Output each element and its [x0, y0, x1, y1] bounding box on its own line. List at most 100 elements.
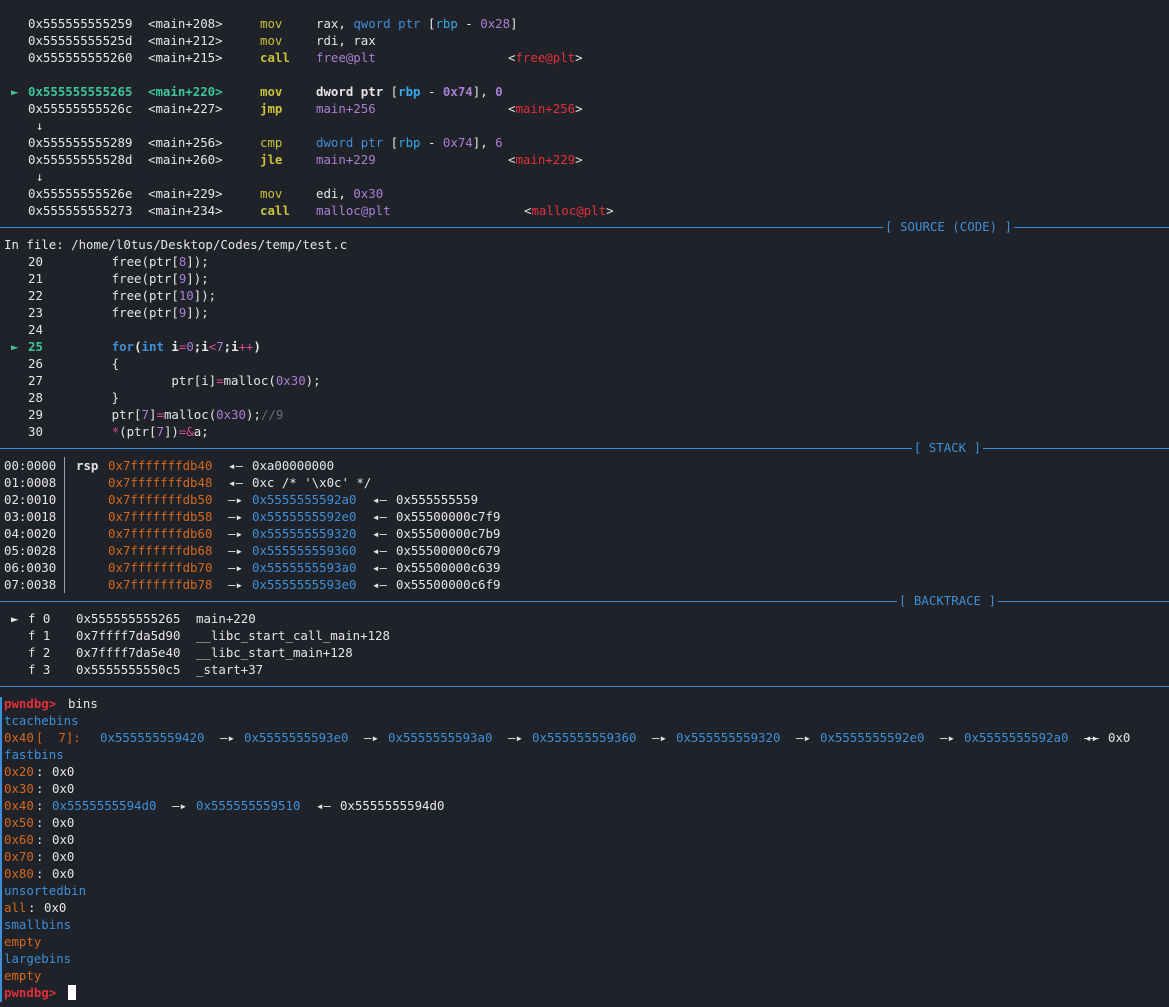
stack-offset: 05:0028 [4, 543, 57, 558]
source-code: free(ptr[8]); [52, 254, 209, 269]
line-number: 24 [28, 322, 43, 337]
stack-address: 0x7fffffffdb78 [108, 577, 213, 592]
pointer-arrow-icon: —▸ [228, 560, 243, 575]
source-line: 24 [0, 321, 1169, 338]
current-instruction-marker: ► [11, 84, 19, 99]
disasm-line: 0x55555555528d <main+260> jle main+229 <main… [0, 151, 1169, 168]
source-line: ► 25 for(int i=0;i<7;i++) [0, 338, 1169, 355]
value-arrow-icon: ◂— [1084, 730, 1099, 745]
fastbin-row: 0x40:0x5555555594d0 —▸ 0x555555559510 ◂— 0x5… [0, 797, 1169, 814]
bin-title: tcachebins [0, 712, 1169, 729]
instruction-address: 0x55555555525d [28, 33, 133, 48]
instruction-address: 0x555555555289 [28, 135, 133, 150]
stack-row: 06:0030 0x7fffffffdb70 —▸ 0x5555555593a0 ◂— 0… [0, 559, 1169, 576]
stack-address: 0x7fffffffdb58 [108, 509, 213, 524]
bin-value: 0x0 [52, 815, 75, 830]
instruction-mnemonic: mov [260, 186, 283, 201]
instruction-mnemonic: call [260, 50, 290, 65]
chunk-pointer: 0x5555555594d0 [52, 798, 157, 813]
colon: : [36, 815, 44, 830]
stack-row: 04:0020 0x7fffffffdb60 —▸ 0x555555559320 ◂— 0… [0, 525, 1169, 542]
bin-size: 0x20 [4, 764, 34, 779]
frame-address: 0x555555555265 [76, 611, 181, 626]
instruction-mnemonic: mov [260, 16, 283, 31]
heap-pointer: 0x555555559360 [252, 543, 357, 558]
section-header-source: [ SOURCE (CODE) ] [0, 219, 1169, 236]
jump-arrow-line: ↓ [0, 168, 1169, 185]
prompt-gutter [0, 697, 2, 1002]
colon: : [28, 900, 36, 915]
fastbin-row: 0x80:0x0 [0, 865, 1169, 882]
stack-address: 0x7fffffffdb50 [108, 492, 213, 507]
stack-divider [64, 457, 65, 593]
stack-offset: 04:0020 [4, 526, 57, 541]
branch-target-comment: <main+256> [508, 101, 583, 116]
stack-address: 0x7fffffffdb68 [108, 543, 213, 558]
source-line: 26 { [0, 355, 1169, 372]
bin-title: smallbins [0, 916, 1169, 933]
source-line: 20 free(ptr[8]); [0, 253, 1169, 270]
tcachebins-title: tcachebins [4, 713, 79, 728]
value-arrow-icon: ◂— [372, 509, 387, 524]
instruction-symbol: <main+234> [148, 203, 223, 218]
colon: : [36, 832, 44, 847]
gdb-terminal[interactable]: 0x555555555259 <main+208> mov rax, qword pt… [0, 0, 1169, 1007]
branch-target-comment: <main+229> [508, 152, 583, 167]
current-frame-marker: ► [11, 611, 19, 626]
line-number: 30 [28, 424, 43, 439]
bin-value: empty [4, 934, 42, 949]
instruction-operands: main+229 [316, 152, 376, 167]
stack-offset: 06:0030 [4, 560, 57, 575]
instruction-symbol: <main+229> [148, 186, 223, 201]
stack-value: 0x55500000c6f9 [396, 577, 501, 592]
value-arrow-icon: ◂— [372, 526, 387, 541]
unsorted-row: all:0x0 [0, 899, 1169, 916]
bin-count: [ 7]: [36, 730, 81, 745]
prompt-line: pwndbg> [0, 984, 1169, 1001]
frame-address: 0x7ffff7da5e40 [76, 645, 181, 660]
largebins-title: largebins [4, 951, 72, 966]
pointer-arrow-icon: —▸ [652, 730, 667, 745]
instruction-symbol: <main+227> [148, 101, 223, 116]
prompt-label: pwndbg> [4, 985, 57, 1000]
bin-title: fastbins [0, 746, 1169, 763]
bin-row: empty [0, 967, 1169, 984]
pointer-arrow-icon: —▸ [228, 543, 243, 558]
backtrace-frame: f 1 0x7ffff7da5d90 __libc_start_call_main+… [0, 627, 1169, 644]
source-code: free(ptr[9]); [52, 305, 209, 320]
stack-value: 0x55500000c639 [396, 560, 501, 575]
prompt-label: pwndbg> [4, 696, 57, 711]
stack-address: 0x7fffffffdb60 [108, 526, 213, 541]
disasm-line: 0x555555555273 <main+234> call malloc@plt <m… [0, 202, 1169, 219]
source-code: ptr[7]=malloc(0x30);//9 [52, 407, 284, 422]
pointer-arrow-icon: —▸ [228, 492, 243, 507]
source-code: ptr[i]=malloc(0x30); [52, 373, 321, 388]
source-line: 23 free(ptr[9]); [0, 304, 1169, 321]
instruction-mnemonic: mov [260, 33, 283, 48]
instruction-symbol: <main+256> [148, 135, 223, 150]
pointer-arrow-icon: —▸ [172, 798, 187, 813]
pointer-arrow-icon: —▸ [228, 509, 243, 524]
source-code: free(ptr[10]); [52, 288, 217, 303]
value-arrow-icon: ◂— [372, 492, 387, 507]
frame-index: f 2 [28, 645, 51, 660]
colon: : [36, 781, 44, 796]
stack-value: 0xa00000000 [252, 458, 335, 473]
value-arrow-icon: ◂— [372, 577, 387, 592]
source-code: { [52, 356, 120, 371]
bin-size: 0x50 [4, 815, 34, 830]
bin-title: largebins [0, 950, 1169, 967]
stack-value: 0xc /* '\x0c' */ [252, 475, 372, 490]
stack-offset: 03:0018 [4, 509, 57, 524]
stack-value: 0x55500000c7b9 [396, 526, 501, 541]
source-line: 29 ptr[7]=malloc(0x30);//9 [0, 406, 1169, 423]
instruction-operands: rax, qword ptr [rbp - 0x28] [316, 16, 518, 31]
text-cursor[interactable] [68, 984, 76, 1001]
value-arrow-icon: ◂— [316, 798, 331, 813]
instruction-address: 0x55555555528d [28, 152, 133, 167]
instruction-operands: rdi, rax [316, 33, 376, 48]
backtrace-frame: f 3 0x5555555550c5 _start+37 [0, 661, 1169, 678]
instruction-mnemonic: jle [260, 152, 283, 167]
stack-offset: 00:0000 [4, 458, 57, 473]
fastbin-row: 0x20:0x0 [0, 763, 1169, 780]
